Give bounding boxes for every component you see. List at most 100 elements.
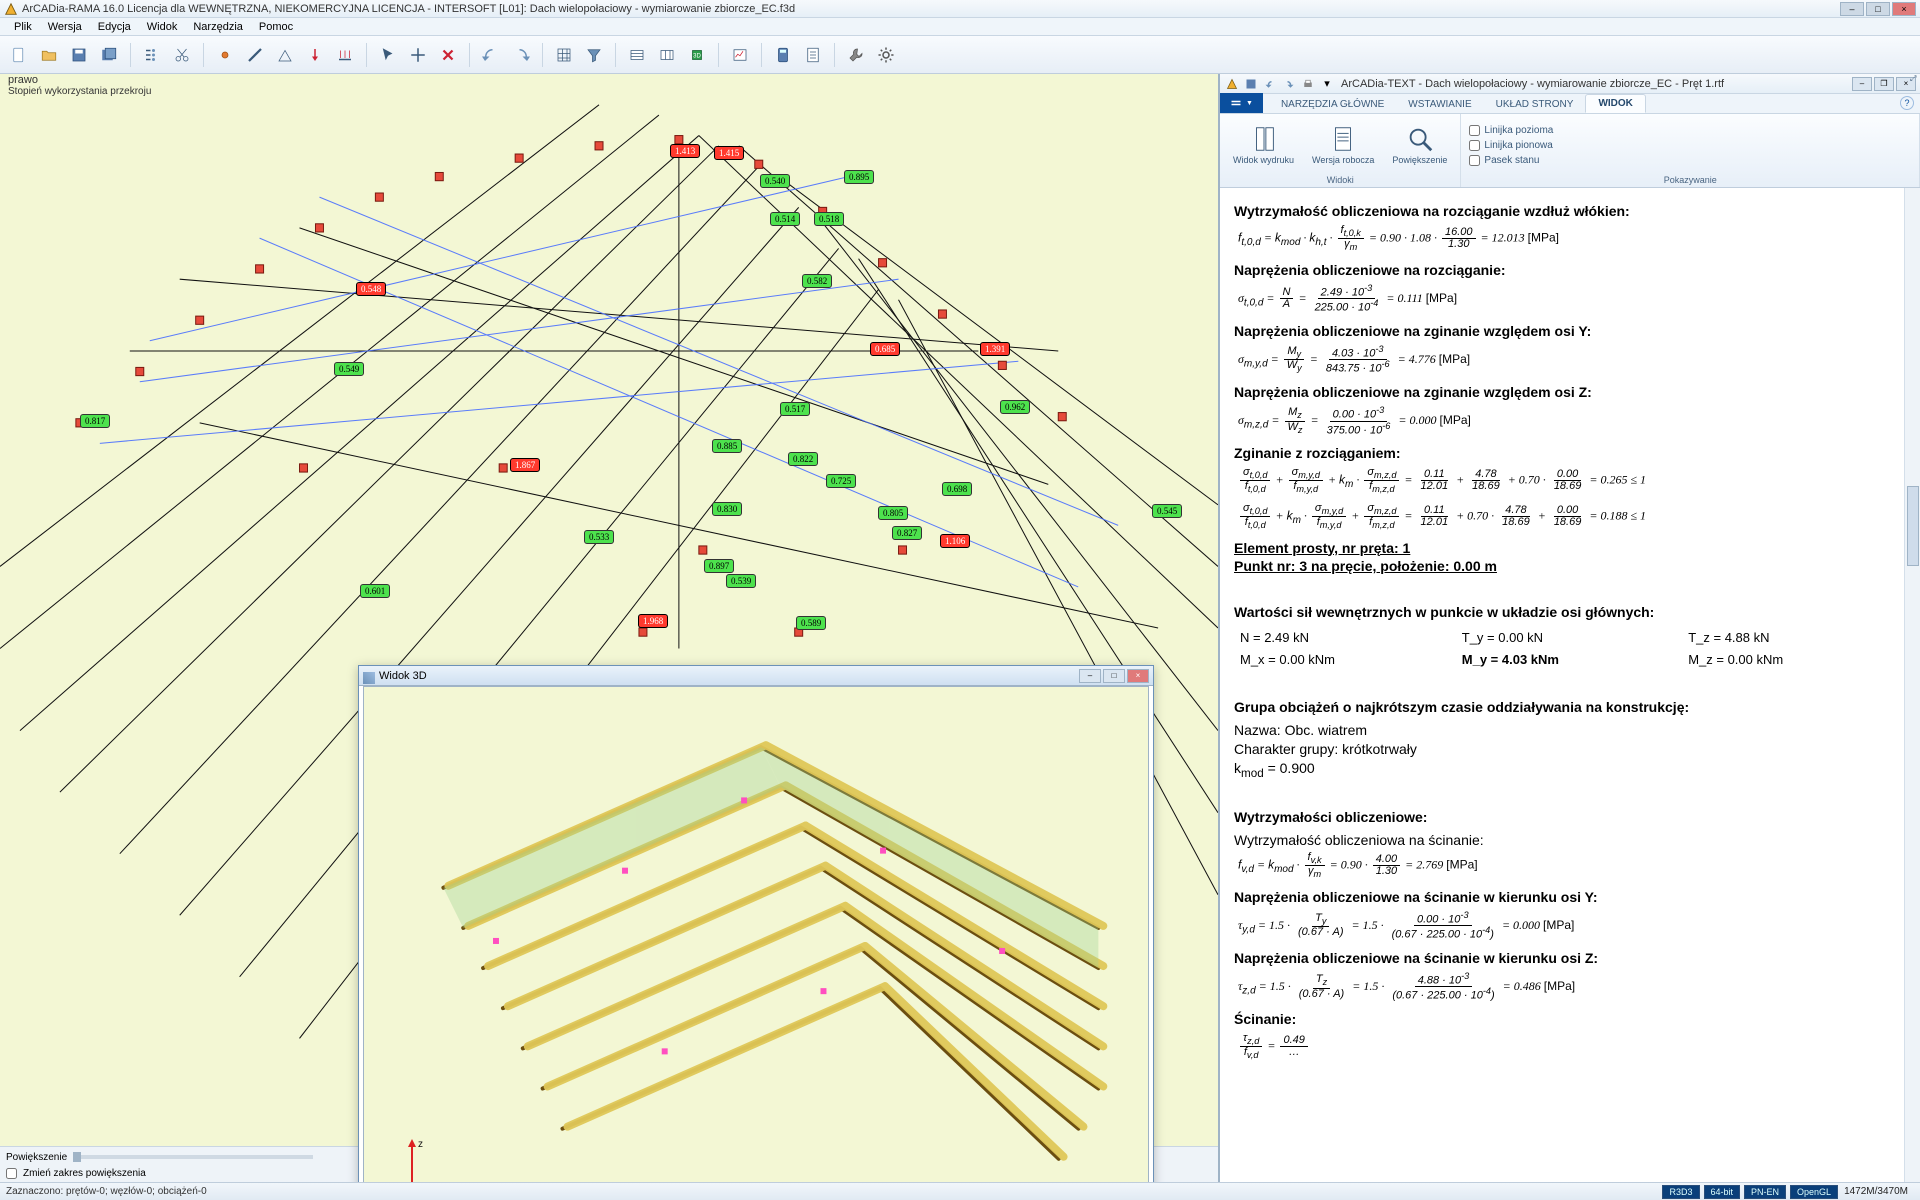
text-restore-button[interactable]: ❐ xyxy=(1874,77,1894,91)
table-v-icon[interactable] xyxy=(654,42,680,68)
utilization-badge: 1.413 xyxy=(670,144,700,158)
utilization-badge: 0.514 xyxy=(770,212,800,226)
view3d-max-button[interactable]: □ xyxy=(1103,669,1125,683)
results-icon[interactable] xyxy=(727,42,753,68)
help-icon[interactable]: ? xyxy=(1900,96,1914,110)
ruler-v-checkbox[interactable] xyxy=(1469,140,1480,151)
save-multi-icon[interactable] xyxy=(96,42,122,68)
load-point-icon[interactable] xyxy=(302,42,328,68)
kmod-value: kmod = 0.900 xyxy=(1234,759,1906,782)
main-menu: Plik Wersja Edycja Widok Narzędzia Pomoc xyxy=(0,18,1920,36)
utilization-badge: 0.533 xyxy=(584,530,614,544)
view3d-close-button[interactable]: × xyxy=(1127,669,1149,683)
utilization-badge: 1.106 xyxy=(940,534,970,548)
grid-icon[interactable] xyxy=(551,42,577,68)
table-h-icon[interactable] xyxy=(624,42,650,68)
eq-fvd: fv,d = kmod · fv,kγm = 0.90 · 4.001.30 =… xyxy=(1238,852,1906,880)
calc-icon[interactable] xyxy=(770,42,796,68)
text-min-button[interactable]: ‒ xyxy=(1852,77,1872,91)
status-selection: Zaznaczono: prętów-0; węzłów-0; obciążeń… xyxy=(6,1186,1658,1197)
utilization-badge: 0.830 xyxy=(712,502,742,516)
report-list-icon[interactable] xyxy=(800,42,826,68)
eq-ft0d: ft,0,d = kmod · kh,t · ft,0,kγm = 0.90 ·… xyxy=(1238,225,1906,253)
close-button[interactable]: × xyxy=(1892,2,1916,16)
axis-z-label: z xyxy=(418,1139,423,1150)
zoom-range-checkbox[interactable] xyxy=(6,1168,17,1179)
new-file-icon[interactable] xyxy=(6,42,32,68)
app-title: ArCADia-RAMA 16.0 Licencja dla WEWNĘTRZN… xyxy=(22,3,1840,15)
forces-table: N = 2.49 kN T_y = 0.00 kN T_z = 4.88 kN … xyxy=(1234,626,1906,671)
file-menu-button[interactable]: ▼ xyxy=(1220,93,1263,113)
utilization-badge: 0.827 xyxy=(892,526,922,540)
menu-wersja[interactable]: Wersja xyxy=(40,21,90,33)
view3d-canvas[interactable]: z y x xyxy=(363,686,1149,1182)
menu-pomoc[interactable]: Pomoc xyxy=(251,21,301,33)
cut-icon[interactable] xyxy=(169,42,195,68)
menu-edycja[interactable]: Edycja xyxy=(90,21,139,33)
document-area[interactable]: Wytrzymałość obliczeniowa na rozciąganie… xyxy=(1220,188,1920,1182)
tab-wstawianie[interactable]: WSTAWIANIE xyxy=(1396,96,1483,113)
utilization-badge: 0.725 xyxy=(826,474,856,488)
expand-ribbon-icon[interactable]: ⤢ xyxy=(1910,74,1920,84)
utilization-badge: 0.582 xyxy=(802,274,832,288)
view3d-title[interactable]: Widok 3D xyxy=(363,670,1079,682)
view3d-icon[interactable]: 3D xyxy=(684,42,710,68)
maximize-button[interactable]: □ xyxy=(1866,2,1890,16)
group-pokaz-label: Pokazywanie xyxy=(1469,174,1911,185)
utilization-badge: 0.885 xyxy=(712,439,742,453)
settings-icon[interactable] xyxy=(873,42,899,68)
view3d-window[interactable]: Widok 3D ‒ □ × xyxy=(358,665,1154,1182)
tab-widok[interactable]: WIDOK xyxy=(1585,94,1645,113)
tab-narzedzia[interactable]: NARZĘDZIA GŁÓWNE xyxy=(1269,96,1396,113)
qat-more-icon[interactable]: ▾ xyxy=(1319,77,1335,91)
utilization-badge: 0.698 xyxy=(942,482,972,496)
draft-view-button[interactable]: Wersja robocza xyxy=(1307,122,1379,168)
zoom-slider[interactable] xyxy=(73,1155,313,1159)
zoom-label: Powiększenie xyxy=(6,1152,67,1163)
utilization-badge: 0.897 xyxy=(704,559,734,573)
open-file-icon[interactable] xyxy=(36,42,62,68)
doc-scrollbar[interactable] xyxy=(1904,188,1920,1182)
qat-undo-icon[interactable] xyxy=(1262,77,1278,91)
qat-app-icon[interactable] xyxy=(1224,77,1240,91)
zoom-range-label: Zmień zakres powiększenia xyxy=(23,1168,146,1179)
status-memory: 1472M/3470M xyxy=(1838,1186,1914,1197)
heading-strength-tension: Wytrzymałość obliczeniowa na rozciąganie… xyxy=(1234,202,1906,221)
bar-icon[interactable] xyxy=(242,42,268,68)
ribbon: Widok wydruku Wersja robocza Powiększeni… xyxy=(1220,114,1920,188)
support-icon[interactable] xyxy=(272,42,298,68)
menu-widok[interactable]: Widok xyxy=(139,21,186,33)
heading-combo: Zginanie z rozciąganiem: xyxy=(1234,444,1906,463)
menu-plik[interactable]: Plik xyxy=(6,21,40,33)
delete-icon[interactable] xyxy=(435,42,461,68)
filter-icon[interactable] xyxy=(581,42,607,68)
load-dist-icon[interactable] xyxy=(332,42,358,68)
qat-redo-icon[interactable] xyxy=(1281,77,1297,91)
utilization-badge: 1.391 xyxy=(980,342,1010,356)
save-icon[interactable] xyxy=(66,42,92,68)
tab-uklad[interactable]: UKŁAD STRONY xyxy=(1484,96,1586,113)
menu-narzedzia[interactable]: Narzędzia xyxy=(185,21,251,33)
ruler-h-checkbox[interactable] xyxy=(1469,125,1480,136)
utilization-badge: 0.539 xyxy=(726,574,756,588)
redo-icon[interactable] xyxy=(508,42,534,68)
status-chip-opengl: OpenGL xyxy=(1790,1185,1838,1199)
wrench-icon[interactable] xyxy=(843,42,869,68)
view3d-min-button[interactable]: ‒ xyxy=(1079,669,1101,683)
utilization-badge: 0.895 xyxy=(844,170,874,184)
minimize-button[interactable]: ‒ xyxy=(1840,2,1864,16)
tree-icon[interactable] xyxy=(139,42,165,68)
print-view-button[interactable]: Widok wydruku xyxy=(1228,122,1299,168)
statusbar-checkbox[interactable] xyxy=(1469,155,1480,166)
undo-icon[interactable] xyxy=(478,42,504,68)
eq-tau-z: τz,d = 1.5 · Tz(0.67 · A) = 1.5 · 4.88 ·… xyxy=(1238,972,1906,1002)
qat-print-icon[interactable] xyxy=(1300,77,1316,91)
view2d-pane[interactable]: prawo Stopień wykorzystania przekroju xyxy=(0,74,1220,1182)
qat-save-icon[interactable] xyxy=(1243,77,1259,91)
zoom-button[interactable]: Powiększenie xyxy=(1387,122,1452,168)
select-icon[interactable] xyxy=(375,42,401,68)
utilization-badge: 1.415 xyxy=(714,146,744,160)
text-app-title: ArCADia-TEXT - Dach wielopołaciowy - wym… xyxy=(1341,78,1852,90)
move-icon[interactable] xyxy=(405,42,431,68)
node-icon[interactable] xyxy=(212,42,238,68)
